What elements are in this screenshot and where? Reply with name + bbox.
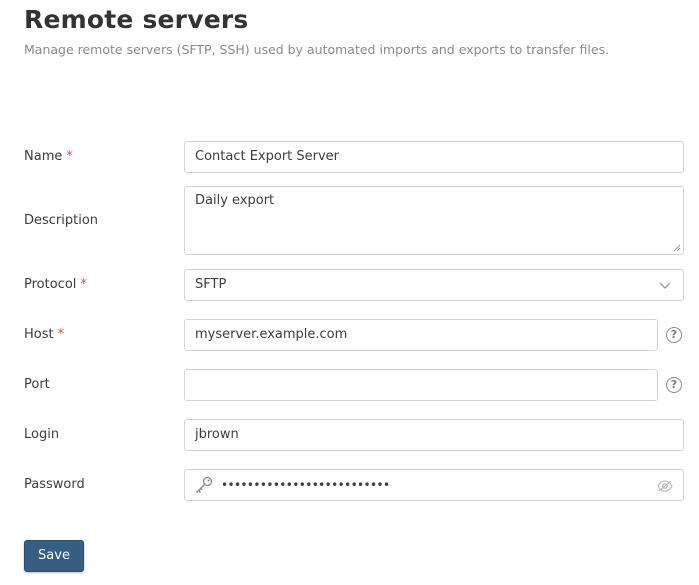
protocol-select-value: SFTP: [195, 277, 227, 292]
required-mark: *: [80, 277, 87, 292]
host-label: Host *: [24, 327, 65, 342]
required-mark: *: [57, 327, 65, 342]
page-subtitle: Manage remote servers (SFTP, SSH) used b…: [24, 42, 610, 57]
protocol-row: Protocol * SFTP: [24, 269, 684, 301]
name-input-value: Contact Export Server: [195, 149, 340, 164]
description-textarea-value: Daily export: [195, 193, 275, 208]
password-input-value: ••••••••••••••••••••••••••: [221, 478, 390, 492]
password-input[interactable]: ••••••••••••••••••••••••••: [184, 469, 684, 501]
question-circle-icon[interactable]: ?: [666, 327, 682, 343]
name-input[interactable]: Contact Export Server: [184, 141, 684, 173]
question-circle-icon[interactable]: ?: [666, 377, 682, 393]
name-row: Name * Contact Export Server: [24, 141, 684, 173]
key-icon: [196, 476, 213, 493]
required-mark: *: [66, 149, 73, 164]
login-input-value: jbrown: [195, 427, 239, 442]
protocol-select[interactable]: SFTP: [184, 269, 684, 301]
name-label: Name *: [24, 149, 73, 164]
chevron-down-icon: [659, 282, 671, 289]
login-label: Login: [24, 427, 60, 442]
description-label: Description: [24, 213, 99, 228]
page-title: Remote servers: [24, 5, 249, 34]
save-button[interactable]: Save: [24, 540, 84, 572]
protocol-label: Protocol *: [24, 277, 87, 292]
login-row: Login jbrown: [24, 419, 684, 451]
password-label: Password: [24, 477, 85, 492]
host-input-value: myserver.example.com: [195, 327, 348, 342]
port-label: Port: [24, 377, 50, 392]
host-row: Host * myserver.example.com ?: [24, 319, 684, 351]
description-row: Description Daily export: [24, 186, 684, 255]
password-row: Password ••••••••••••••••••••••••••: [24, 469, 684, 501]
description-textarea[interactable]: Daily export: [184, 186, 684, 255]
resize-handle-icon[interactable]: [673, 244, 681, 252]
eye-slash-icon[interactable]: [657, 480, 673, 492]
login-input[interactable]: jbrown: [184, 419, 684, 451]
host-input[interactable]: myserver.example.com: [184, 319, 658, 351]
port-input[interactable]: [184, 369, 658, 401]
port-row: Port ?: [24, 369, 684, 401]
